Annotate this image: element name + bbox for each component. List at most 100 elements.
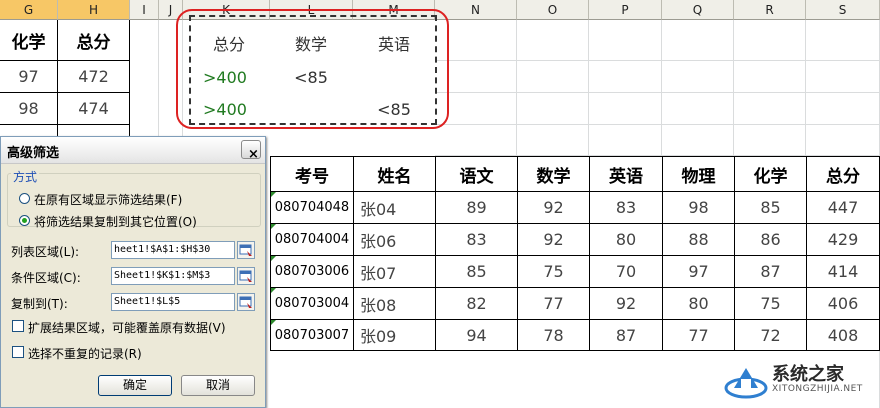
result-cell[interactable]: 72: [735, 320, 807, 351]
result-cell[interactable]: 88: [663, 224, 735, 256]
result-cell[interactable]: 77: [518, 288, 590, 320]
col-header-q[interactable]: Q: [662, 0, 734, 20]
result-cell[interactable]: 89: [436, 192, 518, 224]
close-button[interactable]: ×: [241, 140, 261, 162]
radio-copy-to-location-label[interactable]: 将筛选结果复制到其它位置(O): [34, 213, 197, 230]
result-header[interactable]: 化学: [735, 157, 807, 192]
collapse-dialog-icon[interactable]: [237, 293, 255, 311]
result-header[interactable]: 姓名: [354, 157, 436, 192]
col-header-r[interactable]: R: [734, 0, 806, 20]
result-header[interactable]: 物理: [663, 157, 735, 192]
result-cell[interactable]: 414: [807, 256, 880, 288]
result-cell[interactable]: 406: [807, 288, 880, 320]
left-cell[interactable]: 98: [0, 93, 58, 125]
mode-group-label: 方式: [11, 168, 40, 185]
expand-result-label[interactable]: 扩展结果区域，可能覆盖原有数据(V): [28, 319, 226, 336]
result-cell-id[interactable]: 080703007: [271, 320, 354, 351]
result-cell[interactable]: 92: [518, 224, 590, 256]
radio-show-in-place[interactable]: [19, 193, 30, 204]
dialog-titlebar[interactable]: 高级筛选 ×: [1, 137, 265, 164]
result-cell[interactable]: 429: [807, 224, 880, 256]
watermark-title: 系统之家: [772, 364, 844, 385]
criteria-header[interactable]: 英语: [353, 26, 435, 60]
left-cell[interactable]: 97: [0, 61, 58, 93]
result-cell[interactable]: 92: [590, 288, 663, 320]
result-cell-name[interactable]: 张04: [354, 192, 436, 224]
col-header-h[interactable]: H: [58, 0, 130, 20]
list-range-label: 列表区域(L):: [11, 245, 80, 259]
criteria-cell[interactable]: [353, 61, 435, 93]
collapse-dialog-icon[interactable]: [237, 267, 255, 285]
result-cell[interactable]: 94: [436, 320, 518, 351]
criteria-header[interactable]: 数学: [270, 26, 352, 60]
result-cell-name[interactable]: 张07: [354, 256, 436, 288]
result-cell[interactable]: 97: [663, 256, 735, 288]
criteria-cell[interactable]: <85: [353, 93, 435, 125]
result-header[interactable]: 总分: [807, 157, 880, 192]
result-cell[interactable]: 77: [663, 320, 735, 351]
result-cell[interactable]: 408: [807, 320, 880, 351]
dialog-title: 高级筛选: [7, 146, 60, 161]
criteria-cell[interactable]: >400: [189, 61, 261, 93]
col-header-p[interactable]: P: [589, 0, 662, 20]
unique-records-checkbox[interactable]: [12, 346, 24, 358]
list-range-input[interactable]: heet1!$A$1:$H$30: [111, 241, 235, 259]
criteria-range-input[interactable]: Sheet1!$K$1:$M$3: [111, 267, 235, 285]
result-cell[interactable]: 85: [735, 192, 807, 224]
result-cell[interactable]: 447: [807, 192, 880, 224]
unique-records-label[interactable]: 选择不重复的记录(R): [28, 345, 142, 362]
result-header[interactable]: 语文: [436, 157, 518, 192]
left-header-total[interactable]: 总分: [58, 20, 130, 61]
result-header[interactable]: 考号: [271, 157, 354, 192]
criteria-cell[interactable]: <85: [270, 61, 352, 93]
result-cell[interactable]: 87: [590, 320, 663, 351]
col-header-o[interactable]: O: [517, 0, 589, 20]
col-header-g[interactable]: G: [0, 0, 58, 20]
col-header-s[interactable]: S: [806, 0, 880, 20]
result-cell[interactable]: 80: [663, 288, 735, 320]
result-cell-id[interactable]: 080704048: [271, 192, 354, 224]
result-cell[interactable]: 75: [735, 288, 807, 320]
copy-to-label: 复制到(T):: [11, 297, 68, 311]
result-cell-name[interactable]: 张09: [354, 320, 436, 351]
result-cell[interactable]: 80: [590, 224, 663, 256]
result-cell[interactable]: 75: [518, 256, 590, 288]
cancel-button[interactable]: 取消: [181, 375, 255, 396]
error-indicator-icon: [271, 224, 276, 229]
result-cell[interactable]: 70: [590, 256, 663, 288]
ok-button[interactable]: 确定: [98, 375, 172, 396]
result-cell[interactable]: 78: [518, 320, 590, 351]
criteria-header[interactable]: 总分: [189, 26, 269, 60]
watermark-url: XITONGZHIJIA.NET: [772, 384, 863, 394]
collapse-dialog-icon[interactable]: [237, 241, 255, 259]
result-cell-name[interactable]: 张08: [354, 288, 436, 320]
col-header-i[interactable]: I: [130, 0, 159, 20]
left-cell[interactable]: [58, 125, 130, 136]
expand-result-checkbox[interactable]: [12, 320, 24, 332]
criteria-cell[interactable]: [270, 93, 352, 125]
criteria-range-label: 条件区域(C):: [11, 271, 81, 285]
copy-to-input[interactable]: Sheet1!$L$5: [111, 293, 235, 311]
advanced-filter-dialog: 高级筛选 × 方式 在原有区域显示筛选结果(F) 将筛选结果复制到其它位置(O)…: [0, 136, 266, 408]
result-cell[interactable]: 92: [518, 192, 590, 224]
result-cell[interactable]: 85: [436, 256, 518, 288]
result-cell[interactable]: 86: [735, 224, 807, 256]
result-cell[interactable]: 82: [436, 288, 518, 320]
result-cell-id[interactable]: 080703006: [271, 256, 354, 288]
result-cell[interactable]: 98: [663, 192, 735, 224]
result-cell[interactable]: 83: [436, 224, 518, 256]
left-cell[interactable]: [0, 125, 58, 136]
result-cell-id[interactable]: 080704004: [271, 224, 354, 256]
criteria-cell[interactable]: >400: [189, 93, 261, 125]
result-cell[interactable]: 83: [590, 192, 663, 224]
result-cell-name[interactable]: 张06: [354, 224, 436, 256]
left-header-chem[interactable]: 化学: [0, 20, 58, 61]
result-header[interactable]: 数学: [518, 157, 590, 192]
left-cell[interactable]: 472: [58, 61, 130, 93]
result-cell-id[interactable]: 080703004: [271, 288, 354, 320]
radio-copy-to-location[interactable]: [19, 215, 30, 226]
radio-show-in-place-label[interactable]: 在原有区域显示筛选结果(F): [34, 191, 182, 208]
result-header[interactable]: 英语: [590, 157, 663, 192]
left-cell[interactable]: 474: [58, 93, 130, 125]
result-cell[interactable]: 87: [735, 256, 807, 288]
